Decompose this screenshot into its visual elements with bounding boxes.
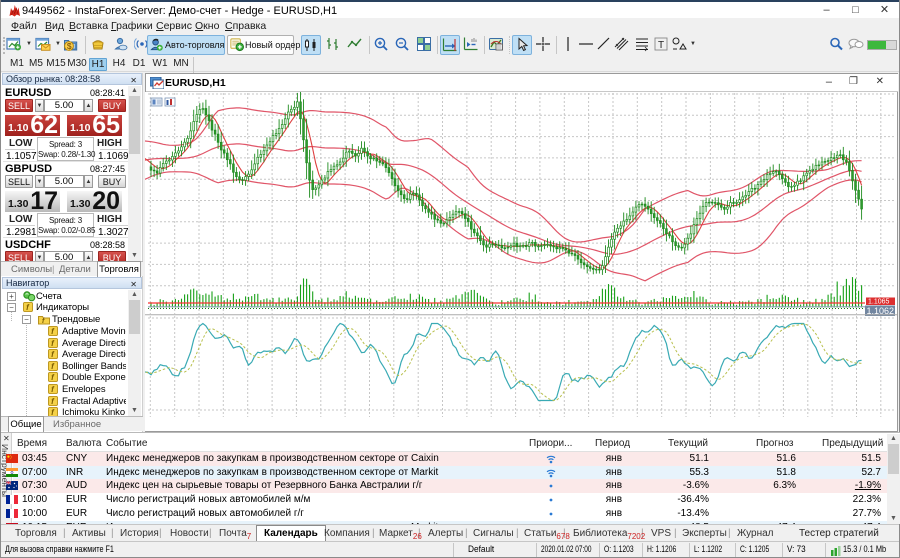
svg-text:T: T	[658, 40, 664, 51]
svg-text:1.1065: 1.1065	[868, 299, 890, 306]
svg-text:$: $	[67, 41, 72, 51]
